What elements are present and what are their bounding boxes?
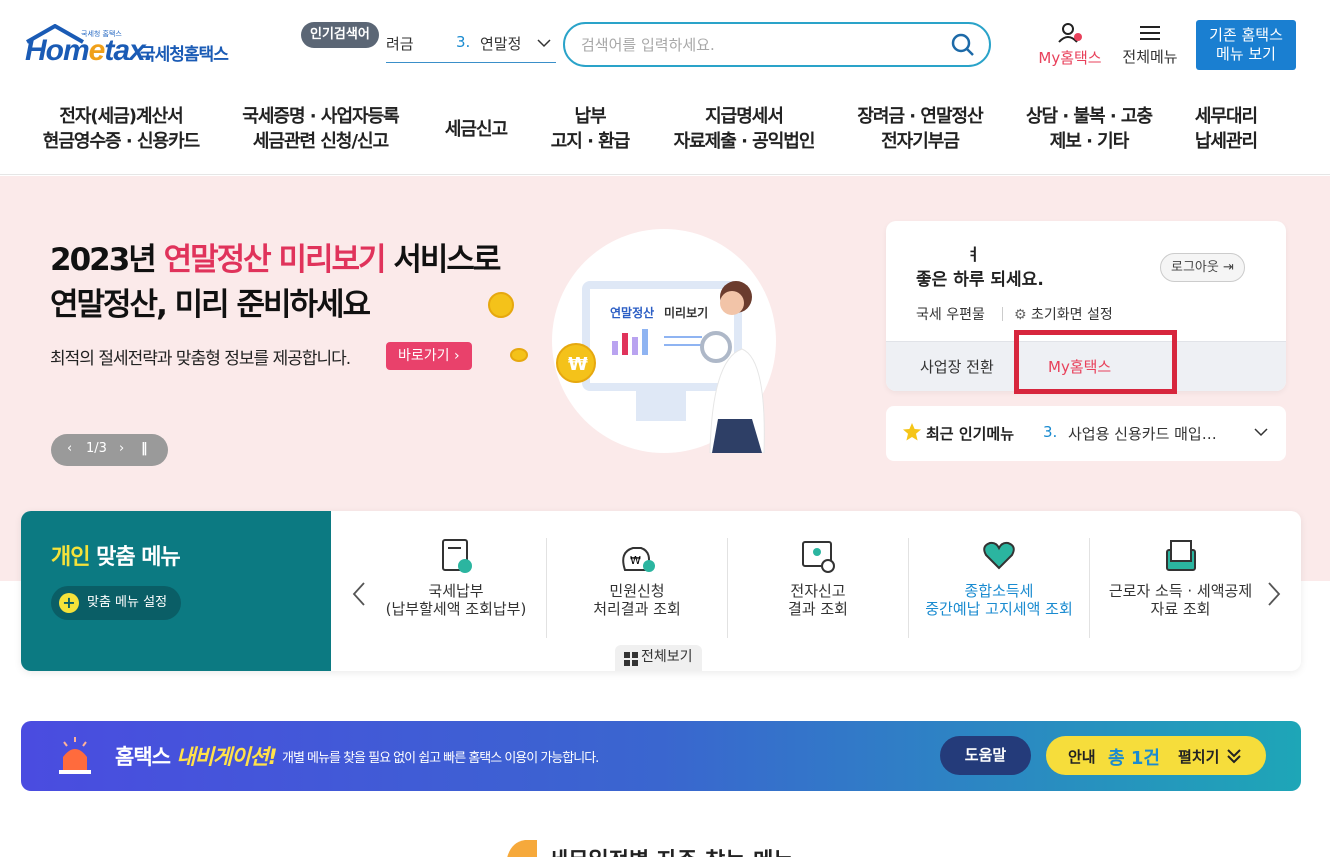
plus-icon: +: [59, 593, 79, 613]
menu-item-income-tax[interactable]: 종합소득세 중간예납 고지세액 조회: [909, 538, 1090, 638]
gnb-item-incentive[interactable]: 장려금 · 연말정산 전자기부금: [853, 104, 987, 154]
chevron-left-icon[interactable]: ‹: [67, 441, 72, 456]
pager-count: 1/3: [86, 441, 107, 456]
notice-count: 총 1건: [1108, 748, 1160, 769]
my-hometax-label: My홈택스: [1038, 49, 1102, 67]
logout-button[interactable]: 로그아웃 ⇥: [1160, 253, 1245, 282]
logo-wordmark: Hometax.: [25, 34, 153, 67]
monitor-document-icon: [802, 541, 835, 573]
menu-item-tax-payment[interactable]: 국세납부 (납부할세액 조회납부): [366, 538, 547, 638]
chevron-down-icon[interactable]: [537, 38, 551, 48]
all-menu-button[interactable]: 전체메뉴: [1118, 22, 1182, 67]
gnb-item-consult[interactable]: 상담 · 불복 · 고충 제보 · 기타: [1022, 104, 1156, 154]
notice-expand-button[interactable]: 안내 총 1건 펼치기: [1046, 736, 1266, 775]
search-icon[interactable]: [951, 33, 975, 57]
old-btn-line1: 기존 홈택스: [1209, 26, 1283, 44]
grid-icon: [624, 652, 638, 666]
business-switch-tab[interactable]: 사업장 전환: [920, 356, 994, 377]
gear-icon: ⚙: [1014, 307, 1027, 323]
screen-title-blue: 연말정산: [610, 305, 654, 320]
double-chevron-down-icon: [1227, 749, 1241, 764]
home-setting-link[interactable]: ⚙ 초기화면 설정: [1014, 304, 1113, 324]
greeting-text: 좋은 하루 되세요.: [916, 270, 1044, 290]
gnb-item-certificates[interactable]: 국세증명 · 사업자등록 세금관련 신청/신고: [238, 104, 403, 154]
gnb-item-statements[interactable]: 지급명세서 자료제출 · 공익법인: [671, 104, 817, 154]
user-icon: [1058, 23, 1082, 43]
hamburger-icon: [1140, 26, 1160, 40]
expand-label: 펼치기: [1178, 748, 1220, 766]
custom-menu-panel: 개인 맞춤 메뉴 + 맞춤 메뉴 설정 국세납부 (납부할세액 조회납부) ₩ 민원…: [21, 511, 1301, 671]
money-bag-icon: ₩: [622, 547, 655, 572]
document-pay-icon: [442, 539, 472, 573]
view-all-button[interactable]: 전체보기: [615, 645, 702, 671]
navi-description: 개별 메뉴를 찾을 필요 없이 쉽고 빠른 홈택스 이용이 가능합니다.: [282, 751, 599, 766]
custom-menu-setting-button[interactable]: + 맞춤 메뉴 설정: [51, 586, 182, 620]
gnb-item-agent[interactable]: 세무대리 납세관리: [1186, 104, 1266, 154]
highlight-box: [1014, 330, 1177, 394]
navi-title: 홈택스 내비게이션!: [115, 745, 277, 769]
gnb-item-tax-report[interactable]: 세금신고: [440, 117, 512, 142]
schedule-menu-title: 세무일정별 자주 찾는 메뉴: [548, 843, 794, 857]
recent-popular-menu[interactable]: 최근 인기메뉴 3. 사업용 신용카드 매입…: [886, 406, 1286, 461]
hero-go-button[interactable]: 바로가기 ›: [386, 342, 472, 370]
main-navigation: 전자(세금)계산서 현금영수증 · 신용카드 국세증명 · 사업자등록 세금관련 신…: [0, 98, 1330, 175]
logo-korean: 국세청홈택스: [140, 45, 229, 65]
calendar-hand-icon: [507, 840, 537, 857]
monitor-person-illustration: 연말정산 미리보기 ₩: [556, 281, 765, 454]
star-icon: [903, 423, 921, 441]
tax-mail-link[interactable]: 국세 우편물: [916, 304, 985, 324]
won-icon: ₩: [568, 354, 588, 375]
coin-icon: [488, 292, 514, 318]
popular-rank-text[interactable]: 연말정: [480, 33, 521, 54]
menu-item-civil-petition[interactable]: ₩ 민원신청 처리결과 조회: [547, 538, 728, 638]
screen-title-dark: 미리보기: [664, 305, 708, 320]
chevron-right-icon[interactable]: ›: [119, 441, 124, 456]
menu-item-e-filing[interactable]: 전자신고 결과 조회: [728, 538, 909, 638]
recent-rank: 3.: [1043, 423, 1058, 441]
search-input[interactable]: [581, 33, 941, 57]
hero-illustration: 연말정산 미리보기 ₩: [552, 229, 776, 454]
navigation-banner: 홈택스 내비게이션! 개별 메뉴를 찾을 필요 없이 쉽고 빠른 홈택스 이용이…: [21, 721, 1301, 791]
chevron-down-icon[interactable]: [1254, 427, 1268, 437]
custom-menu-header: 개인 맞춤 메뉴 + 맞춤 메뉴 설정: [21, 511, 331, 671]
popular-rank-number: 3.: [456, 33, 471, 51]
folder-document-icon: [1165, 540, 1196, 571]
divider: [1002, 307, 1003, 321]
coin-icon: [510, 348, 528, 362]
chevron-left-icon[interactable]: [351, 581, 367, 607]
menu-item-worker-deduction[interactable]: 근로자 소득 · 세액공제 자료 조회: [1090, 538, 1271, 638]
popular-search-ticker[interactable]: 려금 3. 연말정: [386, 30, 556, 63]
hero-subtitle: 최적의 절세전략과 맞춤형 정보를 제공합니다.: [50, 349, 351, 369]
old-btn-line2: 메뉴 보기: [1216, 45, 1276, 63]
hero-pager[interactable]: ‹ 1/3 › ‖: [51, 434, 168, 466]
popular-search-badge: 인기검색어: [301, 22, 379, 48]
gnb-item-payment[interactable]: 납부 고지 · 환급: [545, 104, 635, 154]
recent-text[interactable]: 사업용 신용카드 매입…: [1068, 423, 1233, 444]
gnb-item-einvoice[interactable]: 전자(세금)계산서 현금영수증 · 신용카드: [40, 104, 202, 154]
hometax-logo[interactable]: 국세청 홈택스 Hometax. 국세청홈택스: [23, 20, 238, 72]
all-menu-label: 전체메뉴: [1122, 48, 1178, 66]
notice-label: 안내: [1068, 748, 1096, 766]
help-button[interactable]: 도움말: [940, 736, 1031, 775]
search-bar: [563, 22, 991, 67]
hero-title: 2023년 연말정산 미리보기 서비스로 연말정산, 미리 준비하세요: [50, 242, 501, 323]
heart-hands-icon: [983, 541, 1015, 570]
won-icon: ₩: [630, 554, 641, 567]
old-hometax-menu-button[interactable]: 기존 홈택스 메뉴 보기: [1196, 20, 1296, 70]
popular-prev-text: 려금: [386, 35, 414, 53]
my-hometax-link[interactable]: My홈택스: [1034, 22, 1106, 68]
siren-icon: [59, 737, 91, 774]
custom-menu-title: 개인 맞춤 메뉴: [51, 545, 181, 570]
pause-icon[interactable]: ‖: [141, 441, 148, 456]
recent-title: 최근 인기메뉴: [926, 425, 1015, 443]
user-name: ㅕ: [966, 245, 981, 264]
